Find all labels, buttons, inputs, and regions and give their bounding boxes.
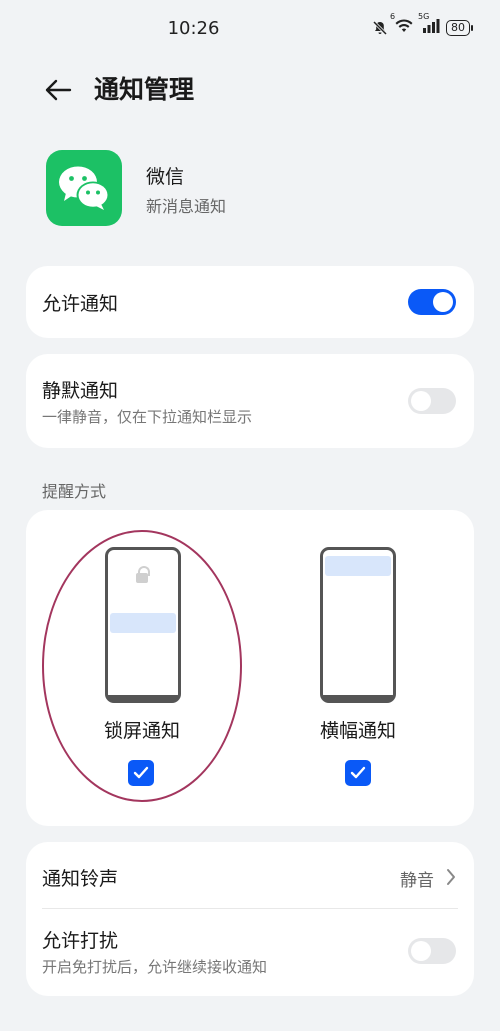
- network-label: 5G: [418, 12, 430, 21]
- silent-notifications-description: 一律静音，仅在下拉通知栏显示: [42, 408, 253, 426]
- ringtone-label: 通知铃声: [42, 868, 119, 890]
- allow-notifications-card[interactable]: 允许通知: [26, 266, 474, 338]
- wechat-logo-icon: [59, 166, 110, 210]
- back-button[interactable]: [36, 70, 80, 110]
- silent-notifications-card[interactable]: 静默通知 一律静音，仅在下拉通知栏显示: [26, 354, 474, 448]
- battery-indicator: 80: [446, 19, 473, 36]
- highlight-circle-annotation: [42, 530, 242, 802]
- wechat-app-icon: [46, 150, 122, 226]
- wifi-icon: [395, 19, 413, 32]
- ringtone-value: 静音: [400, 871, 434, 891]
- allow-disturb-description: 开启免打扰后，允许继续接收通知: [42, 958, 268, 976]
- banner-mode-label: 横幅通知: [319, 720, 396, 742]
- allow-notifications-label: 允许通知: [42, 293, 119, 315]
- status-icons: 6 5G 80: [372, 12, 473, 37]
- allow-notifications-toggle[interactable]: [408, 289, 456, 315]
- mute-icon: [372, 20, 388, 35]
- check-icon: [350, 766, 366, 779]
- banner-preview[interactable]: [320, 547, 396, 703]
- chevron-right-icon: [447, 869, 455, 885]
- bottom-settings-card: 通知铃声 静音 允许打扰 开启免打扰后，允许继续接收通知: [26, 842, 474, 996]
- back-arrow-icon: [45, 79, 72, 101]
- allow-disturb-toggle[interactable]: [408, 938, 456, 964]
- silent-notifications-toggle[interactable]: [408, 388, 456, 414]
- allow-disturb-label: 允许打扰: [42, 930, 119, 952]
- app-name: 微信: [146, 166, 185, 188]
- app-subtitle: 新消息通知: [146, 197, 227, 216]
- silent-notifications-label: 静默通知: [42, 380, 119, 402]
- status-time: 10:26: [167, 18, 220, 39]
- ringtone-row[interactable]: 通知铃声 静音: [26, 842, 474, 908]
- banner-notification-strip: [325, 556, 391, 576]
- allow-disturb-row[interactable]: 允许打扰 开启免打扰后，允许继续接收通知: [26, 909, 474, 996]
- banner-checkbox[interactable]: [345, 760, 371, 786]
- sim-label: 6: [390, 12, 396, 21]
- alert-section-label: 提醒方式: [42, 482, 107, 501]
- page-title: 通知管理: [94, 75, 195, 104]
